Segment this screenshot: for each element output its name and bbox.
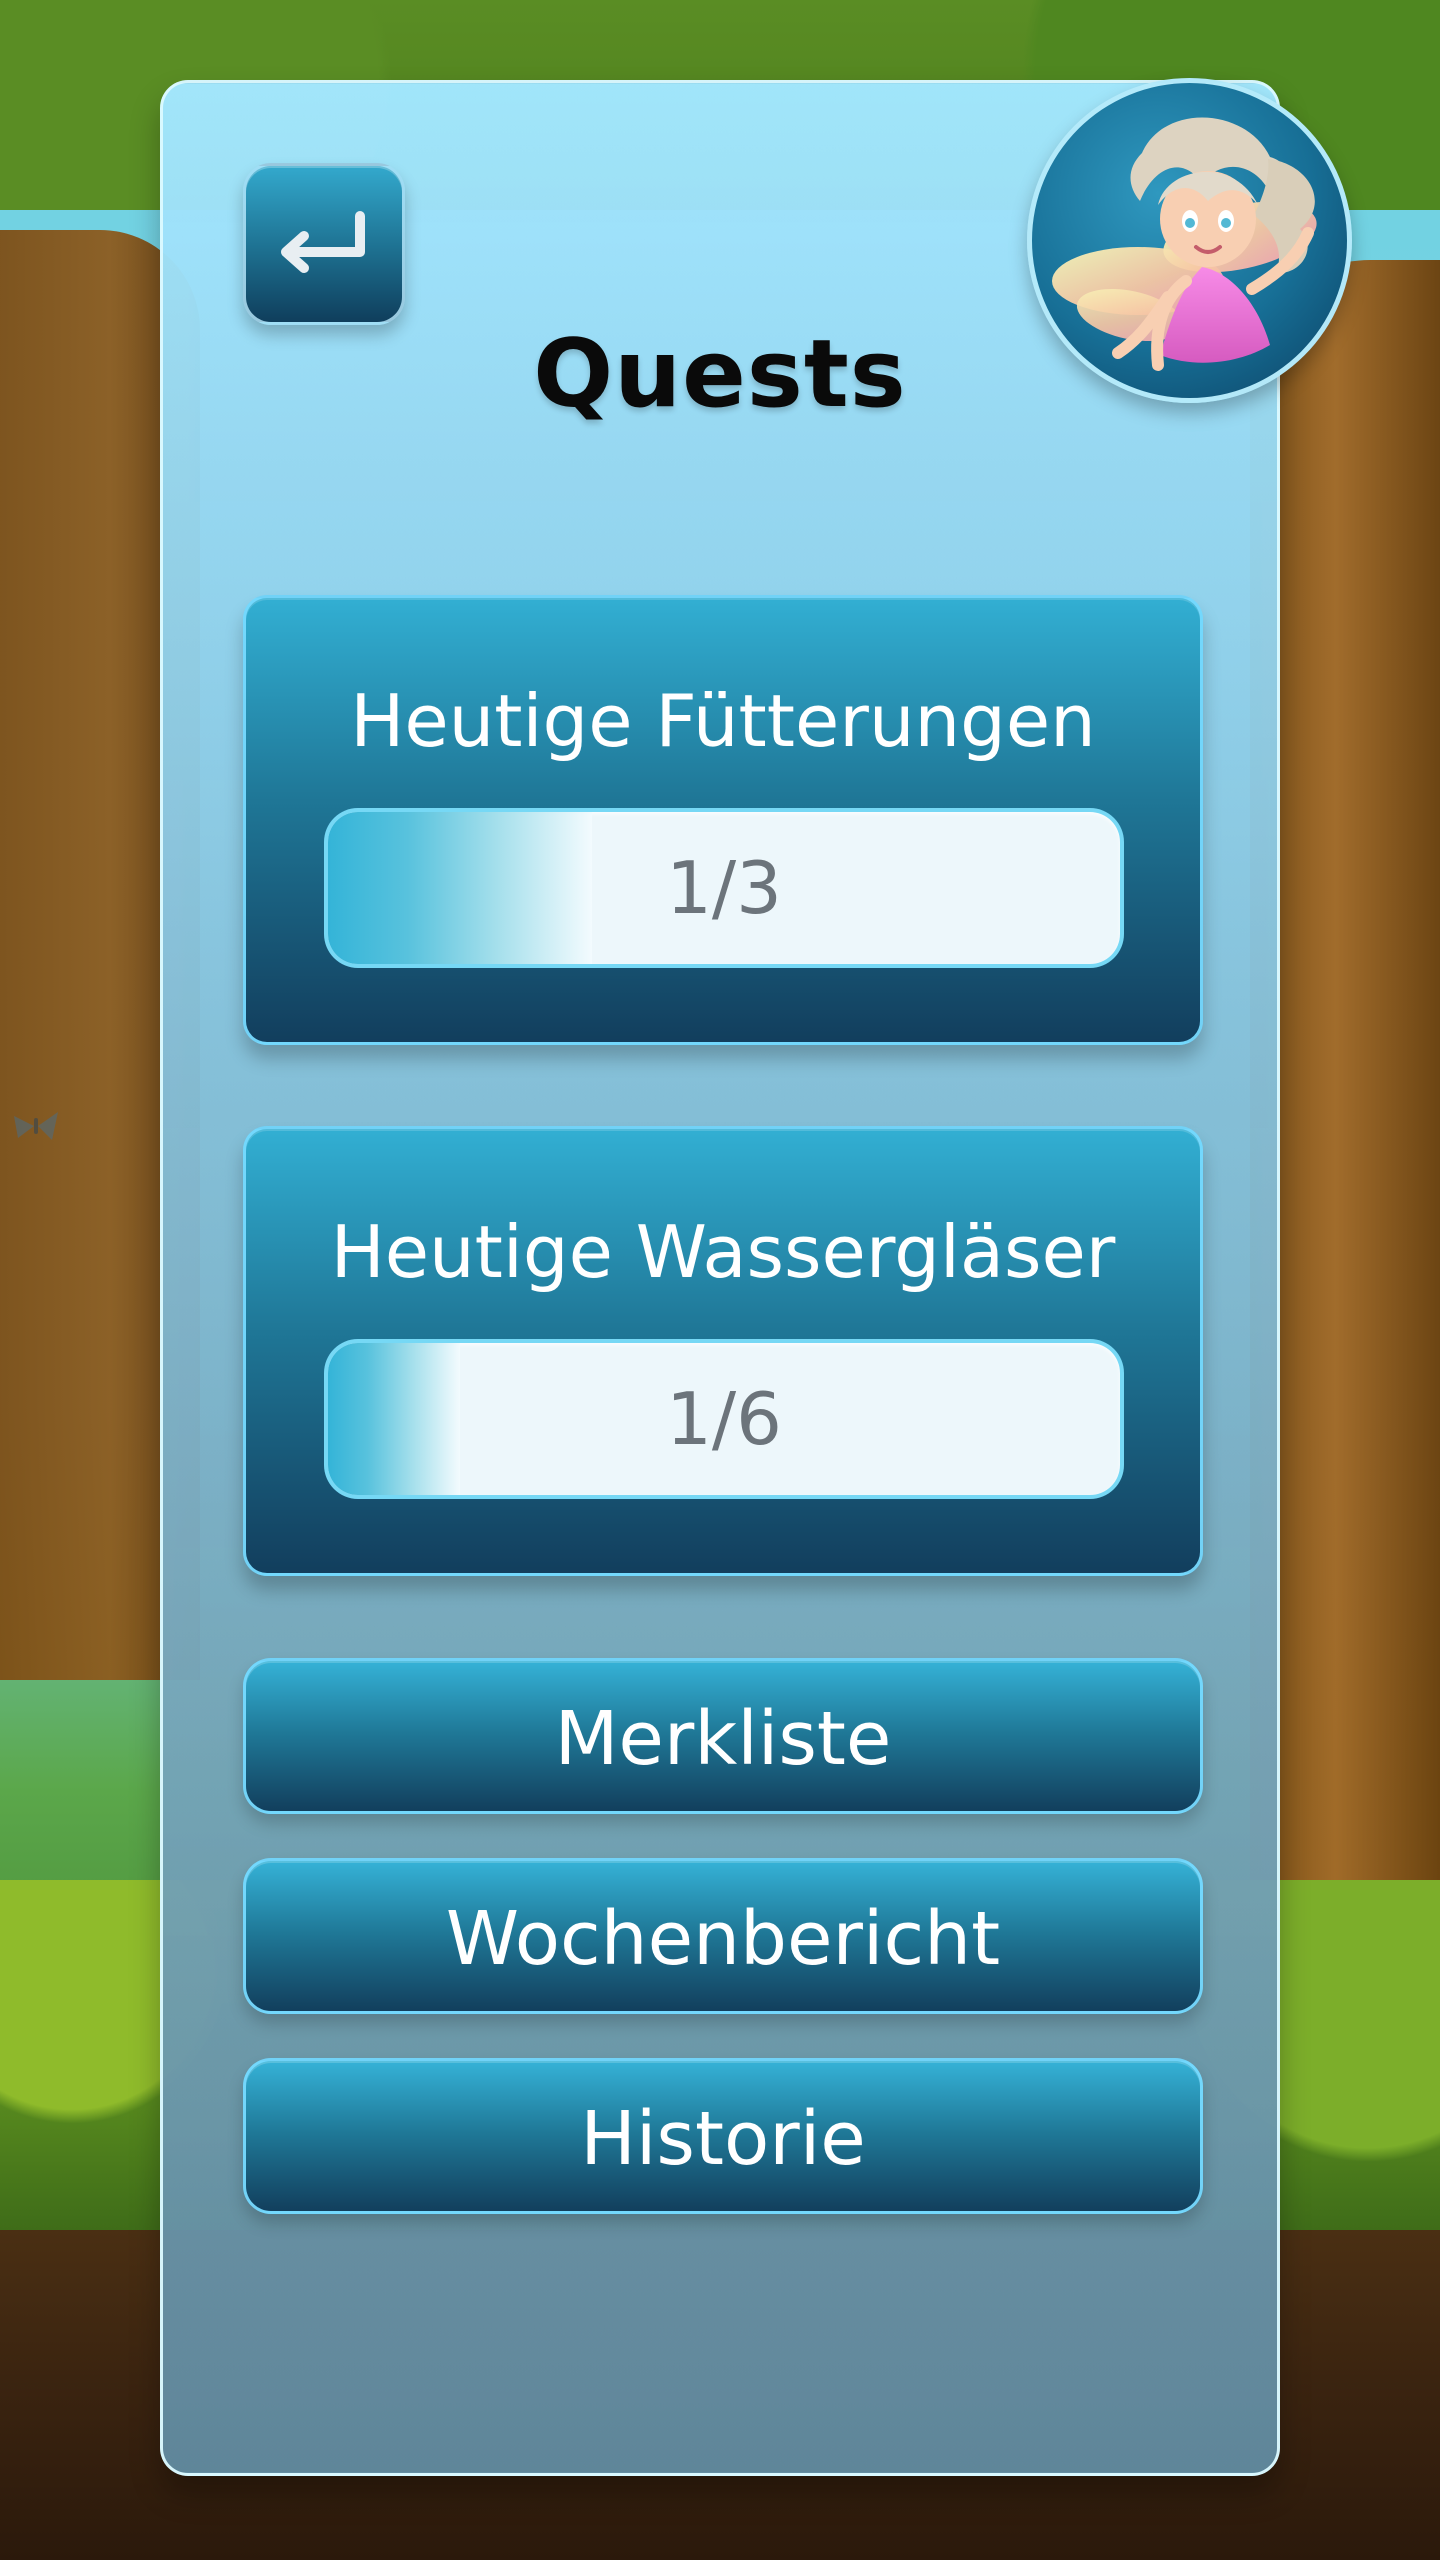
water-quest-card: Heutige Wassergläser 1/6 (243, 1126, 1203, 1576)
feeding-quest-card: Heutige Fütterungen 1/3 (243, 595, 1203, 1045)
quests-panel: Quests Heutige Fütterungen 1/3 Heutige W… (160, 78, 1352, 2476)
water-quest-title: Heutige Wassergläser (330, 1210, 1116, 1294)
page-title: Quests (533, 320, 907, 429)
water-progress-bar: 1/6 (324, 1339, 1124, 1499)
feeding-quest-title: Heutige Fütterungen (350, 679, 1096, 763)
feeding-progress-text: 1/3 (666, 846, 782, 930)
return-arrow-icon (281, 211, 365, 273)
water-progress-text: 1/6 (666, 1377, 782, 1461)
feeding-progress-bar: 1/3 (324, 808, 1124, 968)
weekly-report-button[interactable]: Wochenbericht (243, 1858, 1203, 2014)
watchlist-button[interactable]: Merkliste (243, 1658, 1203, 1814)
butterfly-icon (14, 1112, 58, 1140)
app-screen: Quests Heutige Fütterungen 1/3 Heutige W… (0, 0, 1440, 2560)
history-button[interactable]: Historie (243, 2058, 1203, 2214)
back-button[interactable] (243, 163, 405, 325)
